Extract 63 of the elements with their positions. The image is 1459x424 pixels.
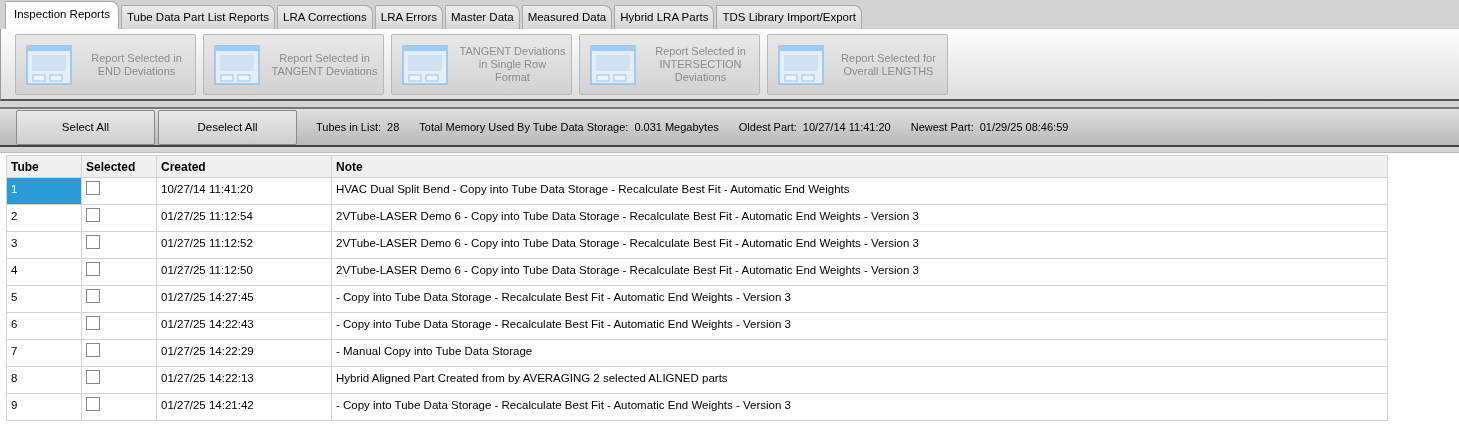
checkbox[interactable]	[86, 397, 100, 411]
table-cell: 01/27/25 11:12:54	[156, 204, 332, 232]
stat-value: 28	[387, 121, 400, 133]
table-cell: - Manual Copy into Tube Data Storage	[331, 339, 1388, 367]
table-cell: 7	[6, 339, 82, 367]
stat-label: Total Memory Used By Tube Data Storage:	[419, 121, 629, 133]
tab[interactable]: Measured Data	[521, 5, 613, 29]
table-cell: 2VTube-LASER Demo 6 - Copy into Tube Data Storage - Recalculate Best Fit - Automatic End Weights - Version 3	[331, 258, 1388, 286]
window-icon	[26, 44, 72, 85]
checkbox[interactable]	[86, 289, 100, 303]
table-cell: 01/27/25 11:12:50	[156, 258, 332, 286]
table-cell: 01/27/25 14:27:45	[156, 285, 332, 313]
table-cell: 1	[6, 177, 82, 205]
tab[interactable]: Inspection Reports	[5, 1, 119, 29]
table-cell: 4	[6, 258, 82, 286]
checkbox[interactable]	[86, 343, 100, 357]
table-cell: 5	[6, 285, 82, 313]
checkbox[interactable]	[86, 370, 100, 384]
checkbox[interactable]	[86, 181, 100, 195]
stat-label: Newest Part:	[910, 121, 974, 133]
select-button[interactable]: Deselect All	[158, 109, 297, 145]
checkbox[interactable]	[86, 235, 100, 249]
tab[interactable]: Tube Data Part List Reports	[120, 5, 275, 29]
table-cell: 2VTube-LASER Demo 6 - Copy into Tube Data Storage - Recalculate Best Fit - Automatic End Weights - Version 3	[331, 204, 1388, 232]
table-cell: - Copy into Tube Data Storage - Recalculate Best Fit - Automatic End Weights - Version 3	[331, 285, 1388, 313]
table-cell: 2VTube-LASER Demo 6 - Copy into Tube Data Storage - Recalculate Best Fit - Automatic End Weights - Version 3	[331, 231, 1388, 259]
column-header[interactable]: Tube	[6, 155, 82, 178]
table-cell: - Copy into Tube Data Storage - Recalculate Best Fit - Automatic End Weights - Version 3	[331, 312, 1388, 340]
table-cell: 3	[6, 231, 82, 259]
table-cell: 01/27/25 14:22:29	[156, 339, 332, 367]
table-cell: 01/27/25 14:21:42	[156, 393, 332, 421]
tab[interactable]: TDS Library Import/Export	[716, 5, 863, 29]
checkbox[interactable]	[86, 316, 100, 330]
table-cell: 01/27/25 14:22:43	[156, 312, 332, 340]
stat-value: 10/27/14 11:41:20	[802, 121, 891, 133]
window-icon	[402, 44, 448, 85]
stat-value: 01/29/25 08:46:59	[979, 121, 1069, 133]
stat-label: Tubes in List:	[316, 121, 381, 133]
table-cell: 01/27/25 14:22:13	[156, 366, 332, 394]
table-cell: 9	[6, 393, 82, 421]
tab[interactable]: Master Data	[445, 5, 520, 29]
checkbox[interactable]	[86, 208, 100, 222]
checkbox[interactable]	[86, 262, 100, 276]
table-cell: HVAC Dual Split Bend - Copy into Tube Data Storage - Recalculate Best Fit - Automatic End Weights	[331, 177, 1388, 205]
stat-value: 0.031 Megabytes	[634, 121, 719, 133]
tab[interactable]: LRA Errors	[374, 5, 443, 29]
window-icon	[214, 44, 260, 85]
column-header[interactable]: Selected	[81, 155, 157, 178]
tab[interactable]: LRA Corrections	[277, 5, 373, 29]
stat-label: Oldest Part:	[738, 121, 797, 133]
table-cell: 6	[6, 312, 82, 340]
window-icon	[590, 44, 636, 85]
table-cell: 01/27/25 11:12:52	[156, 231, 332, 259]
column-header[interactable]: Note	[331, 155, 1388, 178]
column-header[interactable]: Created	[156, 155, 332, 178]
tab[interactable]: Hybrid LRA Parts	[614, 5, 715, 29]
select-button[interactable]: Select All	[16, 109, 155, 145]
table-cell: - Copy into Tube Data Storage - Recalculate Best Fit - Automatic End Weights - Version 3	[331, 393, 1388, 421]
window-icon	[778, 44, 824, 85]
table-cell: 10/27/14 11:41:20	[156, 177, 332, 205]
table-cell: 2	[6, 204, 82, 232]
table-cell: 8	[6, 366, 82, 394]
table-cell: Hybrid Aligned Part Created from by AVERAGING 2 selected ALIGNED parts	[331, 366, 1388, 394]
